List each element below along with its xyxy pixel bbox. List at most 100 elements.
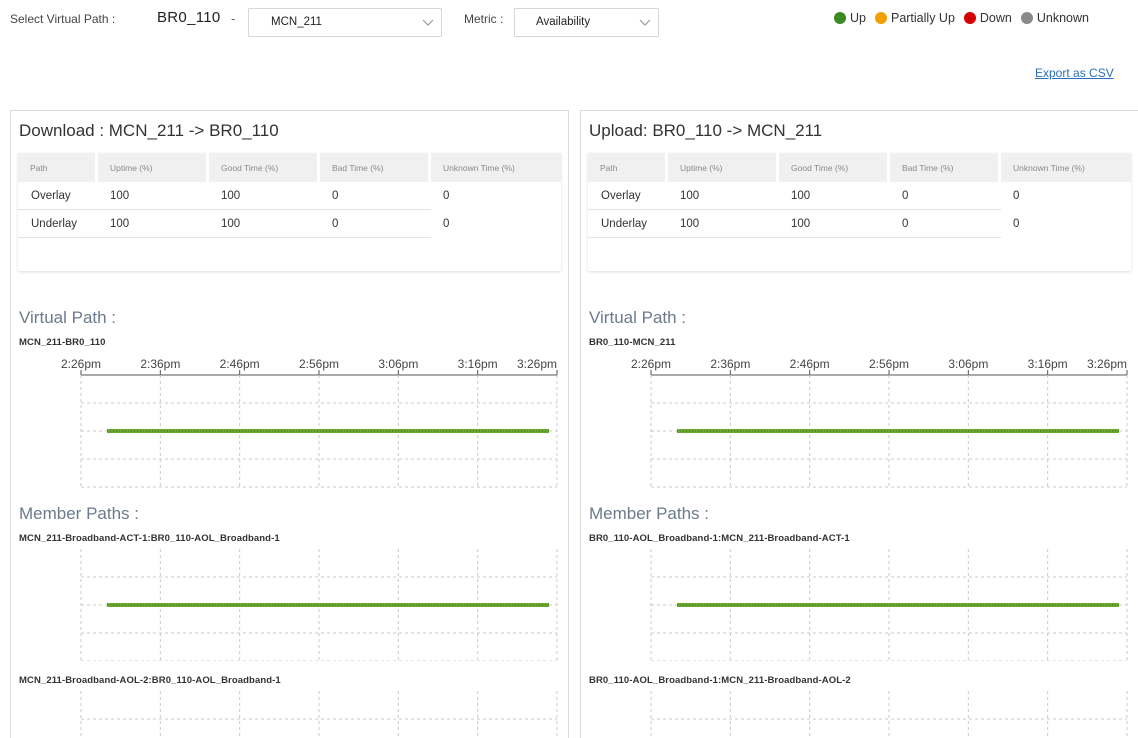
x-tick-label: 3:26pm (517, 357, 557, 371)
status-dot-icon (874, 12, 887, 24)
legend-item-down: Down (963, 11, 1012, 25)
table-row: Overlay 100 100 0 0 (18, 182, 561, 210)
export-csv-link[interactable]: Export as CSV (1035, 66, 1114, 80)
destination-path-value: MCN_211 (271, 16, 322, 28)
x-tick-label: 3:16pm (1028, 357, 1068, 371)
x-tick-label: 2:56pm (299, 357, 339, 371)
x-tick-label: 2:26pm (61, 357, 101, 371)
table-cell: 100 (98, 210, 209, 238)
source-path-name: BR0_110 (157, 9, 221, 26)
timeline-chart (80, 549, 558, 661)
table-cell: 0 (443, 218, 450, 230)
table-cell: 0 (320, 210, 431, 238)
legend-label: Down (979, 11, 1012, 25)
table-cell: Underlay (18, 210, 98, 238)
timeline-chart (650, 549, 1128, 661)
column-header[interactable]: Good Time (%) (209, 153, 320, 182)
table-cell: 100 (668, 182, 779, 210)
x-tick-label: 2:36pm (140, 357, 180, 371)
metric-value: Availability (536, 16, 591, 28)
destination-path-dropdown[interactable]: MCN_211 (248, 8, 442, 37)
table-cell: 0 (443, 190, 450, 202)
table-row: Overlay 100 100 0 0 (588, 182, 1131, 210)
timeline-chart: 2:26pm 2:36pm 2:46pm 2:56pm 3:06pm 3:16pm 3:26… (631, 357, 1128, 488)
member-path-name: BR0_110-AOL_Broadband-1:MCN_211-Broadban… (589, 533, 850, 544)
column-header[interactable]: Uptime (%) (668, 153, 779, 182)
table-cell: 0 (1013, 218, 1020, 230)
status-dot-icon (1020, 12, 1033, 24)
legend-item-up: Up (834, 11, 866, 25)
virtual-path-heading: Virtual Path : (19, 308, 117, 327)
table-header-row: Path Uptime (%) Good Time (%) Bad Time (… (588, 153, 1131, 182)
timeline-chart: 2:26pm 2:36pm 2:46pm 2:56pm 3:06pm 3:16pm 3:26… (61, 357, 558, 488)
legend-label: Up (850, 11, 866, 25)
x-tick-label: 3:26pm (1087, 357, 1127, 371)
x-tick-label: 2:46pm (790, 357, 830, 371)
column-header[interactable]: Path (588, 153, 668, 182)
x-tick-label: 2:36pm (710, 357, 750, 371)
table-cell: 100 (98, 182, 209, 210)
status-dot-icon (963, 12, 976, 24)
table-cell: 0 (890, 210, 1001, 238)
table-row: Underlay 100 100 0 0 (18, 210, 561, 238)
member-path-timeline (581, 691, 1138, 738)
path-separator: - (231, 11, 236, 26)
member-path-name: MCN_211-Broadband-ACT-1:BR0_110-AOL_Broa… (19, 533, 280, 544)
legend-item-partially-up: Partially Up (874, 11, 955, 25)
virtual-path-timeline: 2:26pm 2:36pm 2:46pm 2:56pm 3:06pm 3:16pm 3:26… (581, 351, 1138, 491)
member-path-timeline (11, 549, 568, 661)
column-header[interactable]: Bad Time (%) (320, 153, 431, 182)
x-tick-label: 2:46pm (220, 357, 260, 371)
virtual-path-name: MCN_211-BR0_110 (19, 337, 106, 348)
virtual-path-heading: Virtual Path : (589, 308, 687, 327)
table-row: Underlay 100 100 0 0 (588, 210, 1131, 238)
member-path-timeline (581, 549, 1138, 661)
table-cell: 100 (779, 182, 890, 210)
timeline-chart (80, 691, 558, 738)
table-cell: 0 (890, 182, 1001, 210)
virtual-path-timeline: 2:26pm 2:36pm 2:46pm 2:56pm 3:06pm 3:16pm 3:26… (11, 351, 568, 491)
member-path-name: MCN_211-Broadband-AOL-2:BR0_110-AOL_Broa… (19, 675, 281, 686)
table-cell: Overlay (588, 182, 668, 210)
column-header[interactable]: Unknown Time (%) (431, 153, 561, 182)
member-paths-heading: Member Paths : (19, 504, 139, 523)
download-stats-table: Path Uptime (%) Good Time (%) Bad Time (… (18, 153, 561, 238)
table-cell: 0 (1013, 190, 1020, 202)
chevron-down-icon (639, 19, 651, 26)
column-header[interactable]: Bad Time (%) (890, 153, 1001, 182)
timeline-chart (650, 691, 1128, 738)
table-cell: 100 (209, 182, 320, 210)
legend-label: Unknown (1036, 11, 1089, 25)
member-path-timeline (11, 691, 568, 738)
toolbar: Select Virtual Path : BR0_110 - MCN_211 … (0, 0, 1138, 40)
x-tick-label: 3:06pm (948, 357, 988, 371)
upload-panel: Upload: BR0_110 -> MCN_211 Path Uptime (… (580, 110, 1138, 738)
metric-dropdown[interactable]: Availability (514, 8, 659, 37)
table-header-row: Path Uptime (%) Good Time (%) Bad Time (… (18, 153, 561, 182)
column-header[interactable]: Unknown Time (%) (1001, 153, 1131, 182)
metric-label: Metric : (464, 12, 504, 26)
download-panel: Download : MCN_211 -> BR0_110 Path Uptim… (10, 110, 569, 738)
table-cell: 100 (668, 210, 779, 238)
download-panel-title: Download : MCN_211 -> BR0_110 (19, 121, 279, 140)
chevron-down-icon (422, 19, 434, 26)
status-dot-icon (834, 12, 846, 24)
upload-stats-table-card: Path Uptime (%) Good Time (%) Bad Time (… (588, 153, 1131, 271)
member-paths-heading: Member Paths : (589, 504, 709, 523)
table-cell: 100 (779, 210, 890, 238)
table-cell: 0 (320, 182, 431, 210)
select-virtual-path-label: Select Virtual Path : (10, 12, 116, 26)
upload-panel-title: Upload: BR0_110 -> MCN_211 (589, 121, 823, 140)
virtual-path-name: BR0_110-MCN_211 (589, 337, 676, 348)
x-tick-label: 3:06pm (378, 357, 418, 371)
x-tick-label: 3:16pm (458, 357, 498, 371)
download-stats-table-card: Path Uptime (%) Good Time (%) Bad Time (… (18, 153, 561, 271)
column-header[interactable]: Good Time (%) (779, 153, 890, 182)
x-tick-label: 2:26pm (631, 357, 671, 371)
column-header[interactable]: Uptime (%) (98, 153, 209, 182)
x-tick-label: 2:56pm (869, 357, 909, 371)
member-path-name: BR0_110-AOL_Broadband-1:MCN_211-Broadban… (589, 675, 851, 686)
legend-label: Partially Up (890, 11, 955, 25)
column-header[interactable]: Path (18, 153, 98, 182)
legend-item-unknown: Unknown (1020, 11, 1089, 25)
